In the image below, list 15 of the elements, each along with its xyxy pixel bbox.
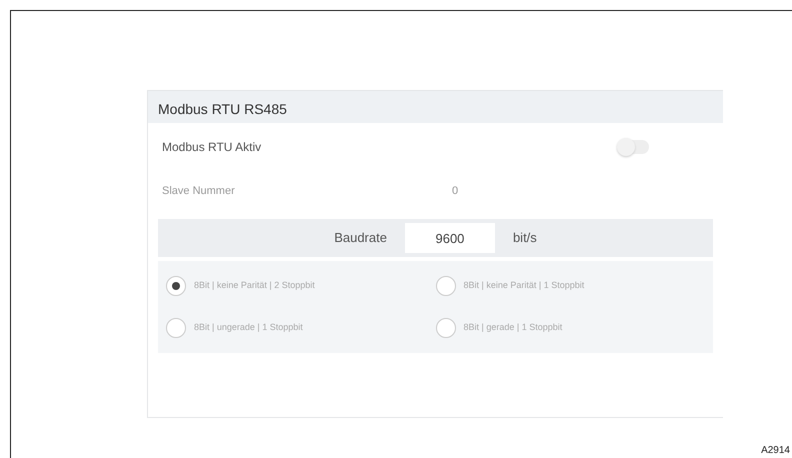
radio-button[interactable] xyxy=(166,318,186,338)
radio-button[interactable] xyxy=(436,318,456,338)
setting-label: Modbus RTU Aktiv xyxy=(162,139,262,156)
option-label: 8Bit | keine Parität | 1 Stoppbit xyxy=(464,279,584,292)
card-title: Modbus RTU RS485 xyxy=(148,91,723,123)
setting-label: Slave Nummer xyxy=(162,184,236,199)
radio-button[interactable] xyxy=(436,276,456,296)
radio-button[interactable] xyxy=(166,276,186,296)
unit-label: bit/s xyxy=(512,229,537,248)
option-label: 8Bit | keine Parität | 2 Stoppbit xyxy=(194,279,315,292)
baudrate-field[interactable]: 9600 xyxy=(404,223,495,253)
baudrate-label: Baudrate xyxy=(334,229,387,248)
figure-id: A2914 xyxy=(761,444,790,458)
option-label: 8Bit | ungerade | 1 Stoppbit xyxy=(194,321,303,334)
option-label: 8Bit | gerade | 1 Stoppbit xyxy=(464,321,562,334)
